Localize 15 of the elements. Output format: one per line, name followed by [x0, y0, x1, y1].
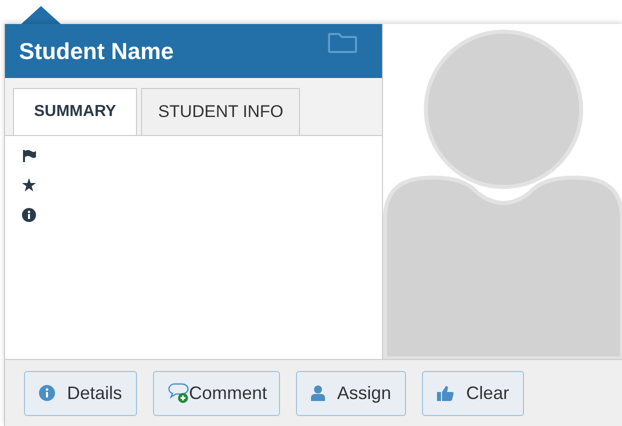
- star-icon: [22, 178, 36, 192]
- action-button[interactable]: Comment: [153, 370, 280, 416]
- action-button[interactable]: Details: [24, 370, 138, 416]
- tab[interactable]: STUDENT INFO: [141, 88, 300, 135]
- student-name-title: Student Name: [19, 38, 174, 64]
- person-icon: [311, 385, 326, 401]
- folder-icon[interactable]: [328, 30, 358, 54]
- info-icon: [22, 208, 36, 222]
- action-button[interactable]: Assign: [296, 370, 406, 416]
- comment-add-icon: [166, 382, 190, 404]
- action-button[interactable]: Clear: [422, 370, 524, 416]
- flag-icon: [22, 149, 36, 162]
- info-icon: [39, 385, 55, 401]
- thumbs-up-icon: [437, 385, 454, 401]
- tab[interactable]: SUMMARY: [13, 88, 138, 135]
